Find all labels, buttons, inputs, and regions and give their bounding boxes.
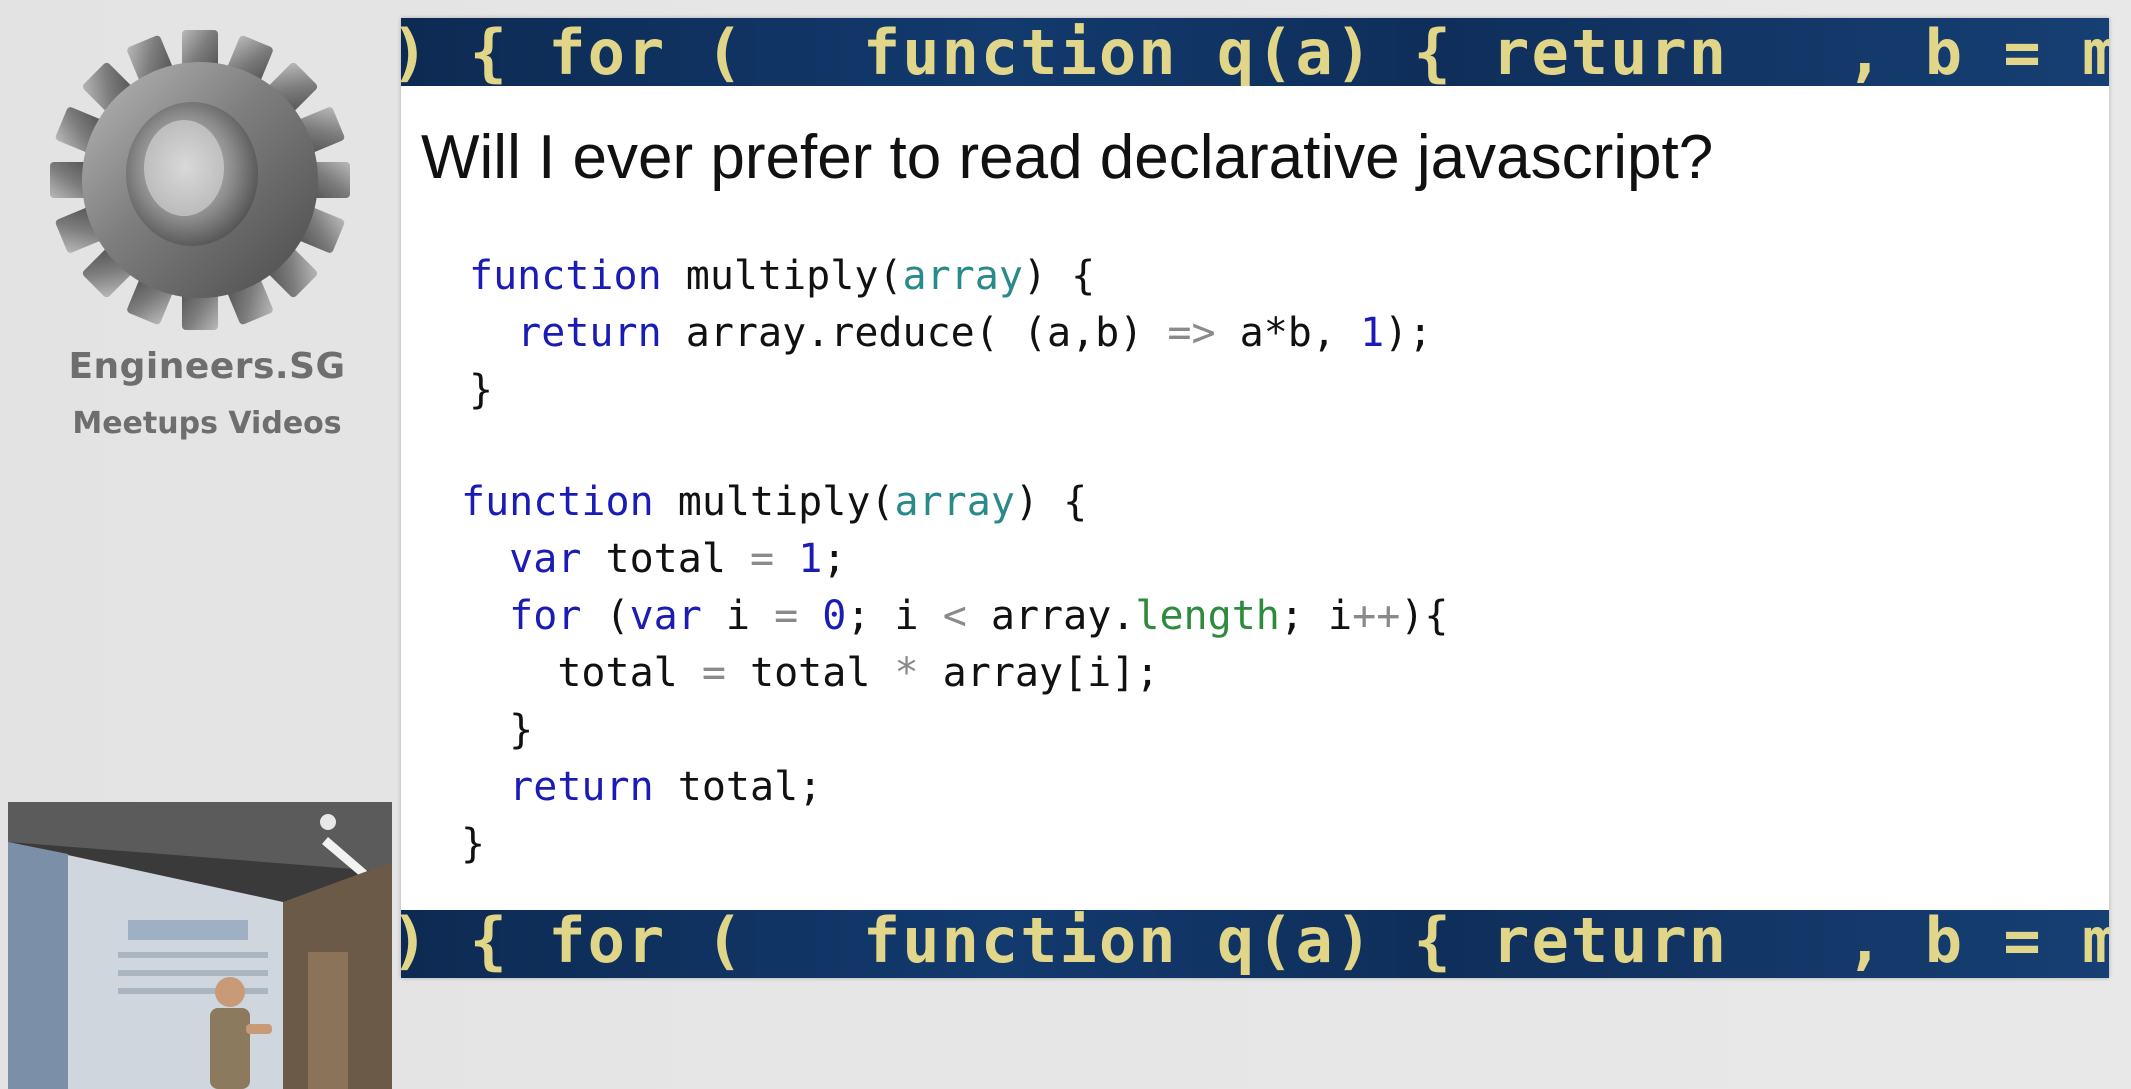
code-block-imperative: function multiply(array) { var total = 1… [461, 474, 1448, 873]
code-line: function multiply(array) { [469, 253, 1096, 299]
banner-code-text: ) { for ( function q(a) { return , b = m… [401, 910, 2109, 977]
brand-name: Engineers.SG [68, 346, 346, 387]
presentation-slide: ) { for ( function q(a) { return , b = m… [401, 18, 2109, 978]
code-banner-top: ) { for ( function q(a) { return , b = m… [401, 18, 2109, 86]
code-line: function multiply(array) { [461, 479, 1088, 525]
code-block-declarative: function multiply(array) { return array.… [469, 248, 1432, 419]
brand-subtitle: Meetups Videos [72, 406, 342, 441]
code-line: var total = 1; [461, 536, 847, 582]
code-line: for (var i = 0; i < array.length; i++){ [461, 593, 1449, 639]
code-line: } [461, 707, 534, 753]
gear-icon [50, 20, 360, 340]
presenter-camera-thumbnail [8, 802, 392, 1089]
code-line: } [469, 367, 494, 413]
code-line: return array.reduce( (a,b) => a*b, 1); [469, 310, 1433, 356]
code-line: } [461, 821, 486, 867]
code-line: return total; [461, 764, 823, 810]
code-line: total = total * array[i]; [461, 650, 1160, 696]
code-banner-bottom: ) { for ( function q(a) { return , b = m… [401, 910, 2109, 978]
banner-code-text: ) { for ( function q(a) { return , b = m… [401, 18, 2109, 86]
slide-title: Will I ever prefer to read declarative j… [421, 123, 1714, 192]
